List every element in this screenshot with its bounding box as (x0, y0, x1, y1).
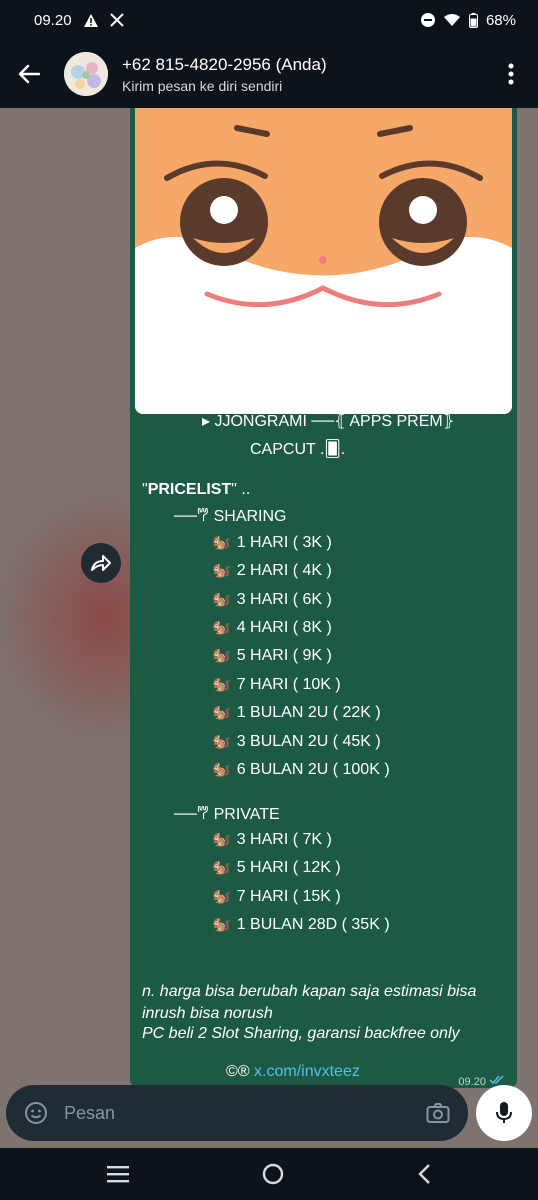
contact-subtitle: Kirim pesan ke diri sendiri (122, 77, 283, 94)
status-time: 09.20 (34, 11, 72, 29)
note-text: n. harga bisa berubah kapan saja estimas… (142, 983, 477, 1022)
squirrel-icon: 🐿️ (212, 761, 231, 778)
squirrel-icon: 🐿️ (212, 591, 231, 608)
message-bubble[interactable]: ▸ JJONGRAMI ──⦃ APPS PREM⦄ CAPCUT .🂠. "P… (130, 108, 517, 1088)
squirrel-icon: 🐿️ (212, 619, 231, 636)
squirrel-icon: 🐿️ (212, 676, 231, 693)
list-item: 🐿️ 1 HARI ( 3K ) (212, 534, 332, 551)
microphone-icon (496, 1102, 512, 1123)
squirrel-icon: 🐿️ (212, 733, 231, 750)
list-item: 🐿️ 4 HARI ( 8K ) (212, 619, 332, 636)
dnd-icon (420, 13, 435, 27)
arrow-left-icon (18, 64, 40, 84)
squirrel-icon: 🐿️ (212, 704, 231, 721)
chat-header: +62 815-4820-2956 (Anda) Kirim pesan ke … (0, 40, 538, 108)
message-line: ▸ JJONGRAMI ──⦃ APPS PREM⦄ (202, 413, 455, 430)
back-nav-icon[interactable] (417, 1163, 431, 1185)
list-item: 🐿️ 6 BULAN 2U ( 100K ) (212, 761, 390, 778)
contact-name[interactable]: +62 815-4820-2956 (Anda) (122, 55, 327, 75)
camera-icon[interactable] (426, 1102, 450, 1124)
more-vert-icon (508, 63, 514, 85)
pricelist-heading: "PRICELIST" .. (142, 481, 251, 498)
forward-button[interactable] (81, 543, 121, 583)
read-receipt-icon (489, 1075, 504, 1085)
recent-apps-icon[interactable] (106, 1165, 129, 1183)
profile-link[interactable]: x.com/invxteez (254, 1063, 360, 1080)
list-item: 🐿️ 2 HARI ( 4K ) (212, 562, 332, 579)
footer-line: ©® x.com/invxteez (226, 1058, 360, 1086)
home-icon[interactable] (262, 1163, 284, 1185)
list-item: 🐿️ 1 BULAN 28D ( 35K ) (212, 916, 390, 933)
chat-area[interactable]: ▸ JJONGRAMI ──⦃ APPS PREM⦄ CAPCUT .🂠. "P… (0, 108, 538, 1148)
battery-icon (468, 12, 478, 28)
message-input[interactable]: Pesan (64, 1103, 115, 1124)
list-item: 🐿️ 7 HARI ( 10K ) (212, 676, 341, 693)
battery-level: 68% (485, 11, 516, 29)
message-line: CAPCUT .🂠. (250, 441, 346, 458)
voice-message-button[interactable] (476, 1085, 532, 1141)
squirrel-icon: 🐿️ (212, 647, 231, 664)
list-item: 🐿️ 5 HARI ( 12K ) (212, 859, 341, 876)
wifi-icon (443, 13, 461, 27)
note-text: PC beli 2 Slot Sharing, garansi backfree… (142, 1025, 460, 1042)
footer-symbols: ©® (226, 1063, 250, 1080)
squirrel-icon: 🐿️ (212, 562, 231, 579)
sharing-header: ──𐂐 SHARING (174, 508, 287, 525)
warning-icon (83, 13, 98, 27)
squirrel-icon: 🐿️ (212, 534, 231, 551)
list-item: 🐿️ 7 HARI ( 15K ) (212, 888, 341, 905)
message-composer[interactable]: Pesan (6, 1085, 468, 1141)
list-item: 🐿️ 3 BULAN 2U ( 45K ) (212, 733, 381, 750)
list-item: 🐿️ 3 HARI ( 6K ) (212, 591, 332, 608)
squirrel-icon: 🐿️ (212, 916, 231, 933)
message-image[interactable] (135, 108, 512, 414)
system-nav-bar (0, 1148, 538, 1200)
sticker-icon[interactable] (24, 1101, 48, 1125)
squirrel-icon: 🐿️ (212, 859, 231, 876)
more-options-button[interactable] (484, 40, 538, 108)
back-button[interactable] (0, 40, 58, 108)
status-bar: 09.20 68% (0, 0, 538, 40)
forward-icon (91, 555, 111, 571)
list-item: 🐿️ 5 HARI ( 9K ) (212, 647, 332, 664)
x-logo-icon (109, 13, 124, 27)
pricelist-label: PRICELIST (147, 481, 232, 498)
list-item: 🐿️ 1 BULAN 2U ( 22K ) (212, 704, 381, 721)
avatar[interactable] (64, 52, 108, 96)
list-item: 🐿️ 3 HARI ( 7K ) (212, 831, 332, 848)
squirrel-icon: 🐿️ (212, 888, 231, 905)
squirrel-icon: 🐿️ (212, 831, 231, 848)
